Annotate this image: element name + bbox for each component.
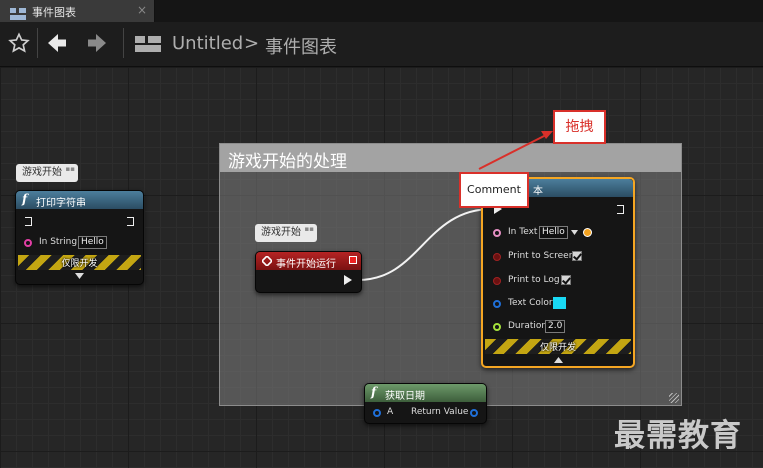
tab-label: 事件图表: [32, 6, 76, 19]
star-icon[interactable]: [8, 32, 30, 58]
comment-popup[interactable]: Comment: [459, 172, 529, 208]
watermark: 最需教育: [614, 418, 742, 454]
graph-icon: [135, 34, 161, 58]
arrow-left-icon[interactable]: [46, 32, 68, 58]
drag-annotation-label: 拖拽: [553, 110, 606, 144]
breadcrumb-root[interactable]: Untitled: [172, 33, 243, 54]
toolbar: Untitled > 事件图表: [0, 22, 763, 67]
toolbar-divider: [123, 28, 124, 58]
annotation-arrow: [478, 131, 553, 170]
breadcrumb-separator: >: [244, 33, 260, 54]
graph-canvas[interactable]: 游戏开始的处理 游戏开始 ▪▪ f 打印字符串 In String Hello …: [0, 67, 763, 468]
breadcrumb-current: 事件图表: [265, 37, 337, 58]
arrow-right-icon[interactable]: [86, 32, 108, 58]
tab-bar: 事件图表 ×: [0, 0, 763, 22]
tab-event-graph[interactable]: 事件图表 ×: [0, 0, 155, 22]
toolbar-divider: [37, 28, 38, 58]
close-icon[interactable]: ×: [137, 3, 147, 17]
